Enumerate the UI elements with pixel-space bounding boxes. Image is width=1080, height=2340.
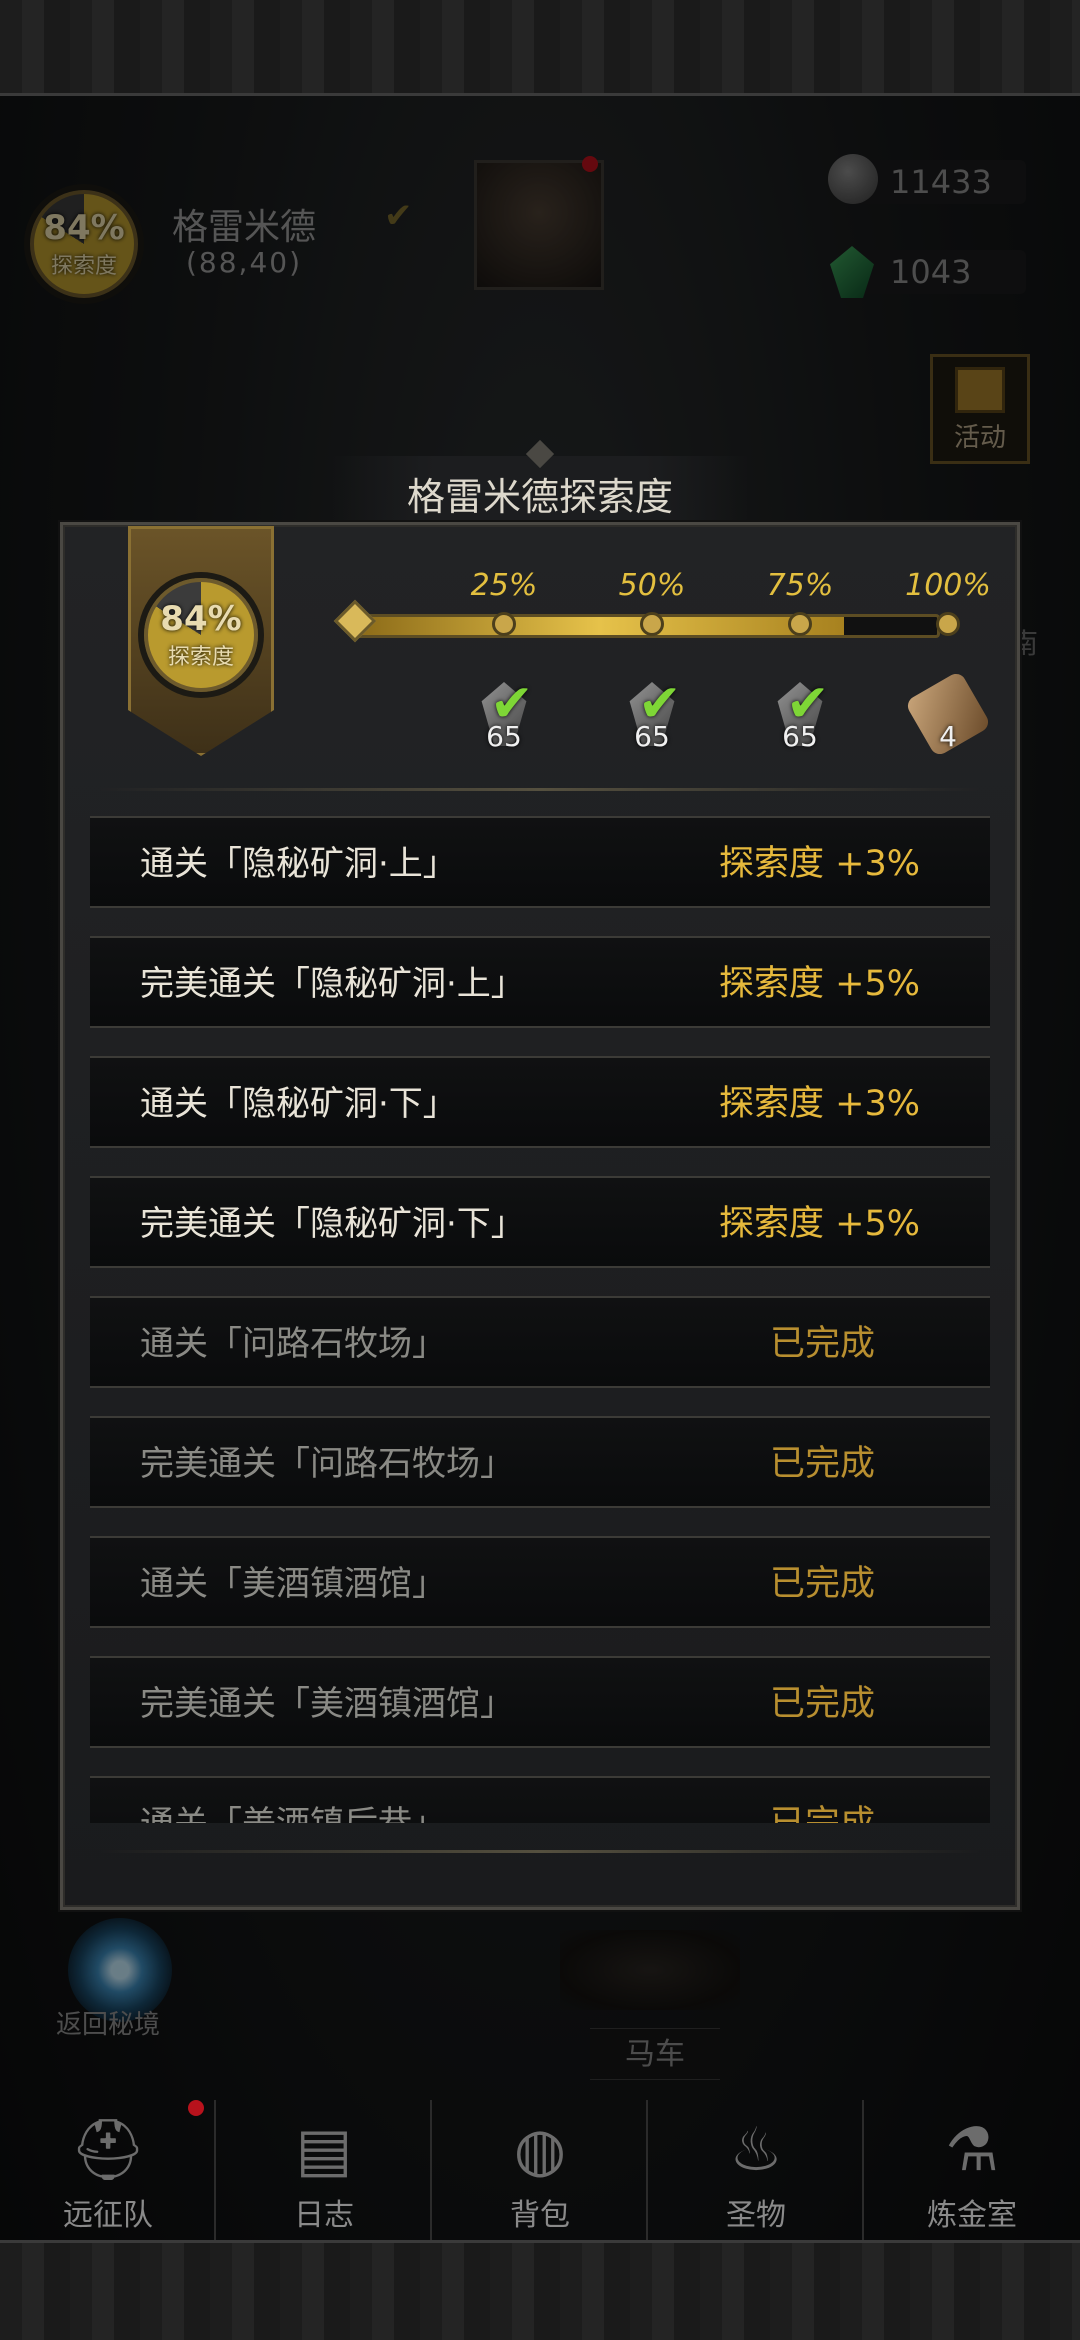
task-name: 通关「隐秘矿洞·上」 xyxy=(140,844,457,884)
milestone-node-4 xyxy=(936,612,960,636)
reward-count-4: 4 xyxy=(939,720,957,753)
milestone-node-1 xyxy=(492,612,516,636)
reward-count-3: 65 xyxy=(782,720,818,753)
milestone-pct-2: 50% xyxy=(618,568,686,603)
progress-fill xyxy=(355,617,844,635)
task-completed-label: 已完成 xyxy=(769,1444,875,1484)
scroll-icon: ▤ xyxy=(295,2115,353,2185)
task-reward-label: 探索度 +3% xyxy=(719,1084,920,1124)
nav-button-4[interactable]: ♨ 圣物 xyxy=(666,2110,846,2240)
reward-count-1: 65 xyxy=(486,720,522,753)
task-row[interactable]: 通关「隐秘矿洞·下」 探索度 +3% xyxy=(90,1056,990,1148)
nav-label: 圣物 xyxy=(726,2198,786,2233)
task-name: 完美通关「隐秘矿洞·下」 xyxy=(140,1204,525,1244)
task-reward-label: 探索度 +5% xyxy=(719,964,920,1004)
task-completed-label: 已完成 xyxy=(769,1684,875,1724)
panel-badge-pct: 84% xyxy=(160,599,242,639)
bag-icon: ◍ xyxy=(513,2115,567,2185)
task-name: 完美通关「美酒镇酒馆」 xyxy=(140,1684,514,1724)
milestone-pct-4: 100% xyxy=(905,568,991,603)
nav-button-3[interactable]: ◍ 背包 xyxy=(450,2110,630,2240)
nav-button-2[interactable]: ▤ 日志 xyxy=(234,2110,414,2240)
task-list[interactable]: 通关「隐秘矿洞·上」 探索度 +3% 完美通关「隐秘矿洞·上」 探索度 +5% 通关「隐… xyxy=(90,816,990,1823)
nav-separator xyxy=(862,2100,864,2240)
nav-label: 炼金室 xyxy=(927,2198,1017,2233)
alchemy-icon: ⚗ xyxy=(945,2115,999,2185)
task-row[interactable]: 完美通关「问路石牧场」 已完成 xyxy=(90,1416,990,1508)
task-completed-label: 已完成 xyxy=(769,1324,875,1364)
task-completed-label: 已完成 xyxy=(770,1778,875,1823)
bottom-divider xyxy=(100,1850,980,1853)
task-name: 通关「隐秘矿洞·下」 xyxy=(140,1084,457,1124)
task-name: 通关「问路石牧场」 xyxy=(140,1324,446,1364)
milestone-node-3 xyxy=(788,612,812,636)
nav-button-1[interactable]: ⛑ 远征队 xyxy=(18,2110,198,2240)
top-stone-border xyxy=(0,0,1080,96)
nav-separator xyxy=(214,2100,216,2240)
nav-label: 日志 xyxy=(294,2198,354,2233)
task-row[interactable]: 通关「隐秘矿洞·上」 探索度 +3% xyxy=(90,816,990,908)
bottom-stone-border xyxy=(0,2240,1080,2340)
nav-separator xyxy=(646,2100,648,2240)
reward-count-2: 65 xyxy=(634,720,670,753)
nav-label: 远征队 xyxy=(63,2198,153,2233)
milestone-node-2 xyxy=(640,612,664,636)
helmet-icon: ⛑ xyxy=(69,2115,147,2185)
game-screen: 84% 探索度 格雷米德 (88,40) ✔ 11433 1043 活动 南 返… xyxy=(0,0,1080,2340)
task-row[interactable]: 通关「美酒镇后巷」 已完成 xyxy=(90,1776,990,1823)
task-name: 通关「美酒镇后巷」 xyxy=(140,1778,446,1823)
divider xyxy=(100,788,980,791)
nav-button-5[interactable]: ⚗ 炼金室 xyxy=(882,2110,1062,2240)
task-completed-label: 已完成 xyxy=(769,1564,875,1604)
milestone-pct-3: 75% xyxy=(766,568,834,603)
task-name: 完美通关「隐秘矿洞·上」 xyxy=(140,964,525,1004)
panel-title: 格雷米德探索度 xyxy=(406,475,673,519)
task-row[interactable]: 通关「问路石牧场」 已完成 xyxy=(90,1296,990,1388)
nav-separator xyxy=(430,2100,432,2240)
torch-icon: ♨ xyxy=(729,2115,783,2185)
task-row[interactable]: 完美通关「隐秘矿洞·下」 探索度 +5% xyxy=(90,1176,990,1268)
task-name: 通关「美酒镇酒馆」 xyxy=(140,1564,446,1604)
task-row[interactable]: 通关「美酒镇酒馆」 已完成 xyxy=(90,1536,990,1628)
task-reward-label: 探索度 +5% xyxy=(719,1204,920,1244)
panel-exploration-medal: 84% 探索度 xyxy=(144,578,258,692)
panel-badge-label: 探索度 xyxy=(167,645,234,670)
nav-label: 背包 xyxy=(510,2198,570,2233)
milestone-pct-1: 25% xyxy=(470,568,538,603)
nav-notification-dot xyxy=(188,2100,204,2116)
task-reward-label: 探索度 +3% xyxy=(719,844,920,884)
task-row[interactable]: 完美通关「美酒镇酒馆」 已完成 xyxy=(90,1656,990,1748)
task-name: 完美通关「问路石牧场」 xyxy=(140,1444,514,1484)
task-row[interactable]: 完美通关「隐秘矿洞·上」 探索度 +5% xyxy=(90,936,990,1028)
